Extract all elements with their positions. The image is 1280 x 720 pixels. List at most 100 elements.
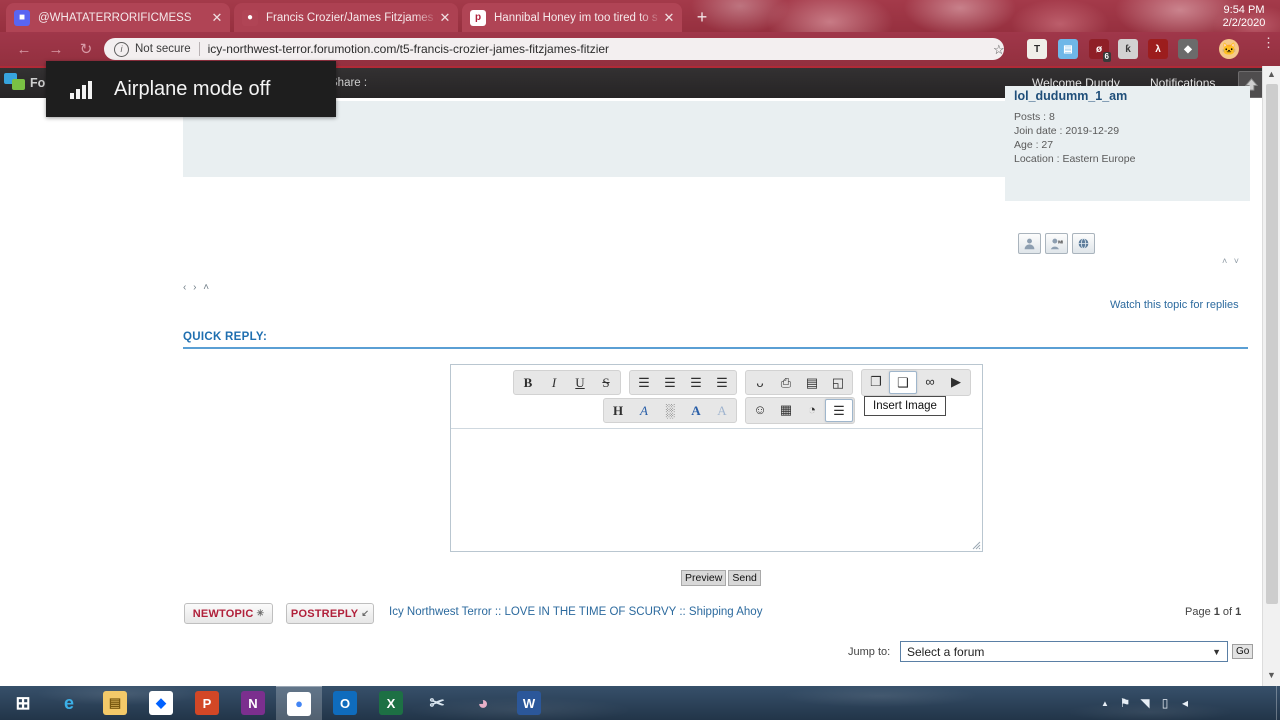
new-topic-mark-icon: ✳ [256,608,265,618]
browser-tab-2[interactable]: p Hannibal Honey im too tired to s ✕ [462,3,682,32]
insert-media-button[interactable]: ❐ [863,371,889,392]
extension-badge-count: 6 [1102,52,1111,62]
underline-button[interactable]: U [567,372,593,393]
post-reply-button[interactable]: POSTREPLY ↙ [286,603,374,624]
justify-button[interactable]: ☰ [709,372,735,393]
battery-icon[interactable]: ▯ [1155,696,1175,710]
forward-button[interactable]: → [46,40,66,60]
volume-muted-icon[interactable]: ◂ [1175,696,1195,710]
send-button[interactable]: Send [728,570,761,586]
textarea-resize-grip[interactable] [971,540,981,550]
post-mini-nav[interactable]: ‹ › ˄ [183,282,211,293]
snipping-tool-button[interactable]: ✂ [414,686,460,720]
align-left-button[interactable]: ☰ [631,372,657,393]
word-icon: W [517,691,541,715]
view-profile-icon[interactable] [1018,233,1041,254]
flag-action-center-icon[interactable]: ⚑ [1115,696,1135,710]
extension-document-icon[interactable]: ▤ [1058,39,1078,59]
smiley-button[interactable]: ☺ [747,399,773,420]
clock-time: 9:54 PM [1223,4,1265,16]
google-chrome-button[interactable]: ● [276,686,322,720]
heading-button[interactable]: H [605,400,631,421]
file-explorer-icon: ▤ [103,691,127,715]
extension-adobe-icon[interactable]: λ [1148,39,1168,59]
font-size-button[interactable]: A [683,400,709,421]
jump-to-select[interactable]: Select a forum ▼ [900,641,1228,662]
show-hidden-icons-button[interactable]: ▲ [1095,699,1115,708]
profile-age: Age : 27 [1014,139,1054,151]
network-signal-icon[interactable]: ◥ [1135,696,1155,710]
code-button[interactable]: ⎙ [773,372,799,393]
profile-avatar[interactable]: 🐱 [1219,39,1239,59]
insert-clock-button[interactable]: ◔ [799,399,825,420]
excel-button[interactable]: X [368,686,414,720]
powerpoint-button[interactable]: P [184,686,230,720]
new-tab-button[interactable]: + [690,7,714,29]
color-palette-button[interactable]: ░ [657,400,683,421]
outlook-button[interactable]: O [322,686,368,720]
scrollbar-thumb[interactable] [1266,84,1278,604]
bold-button[interactable]: B [515,372,541,393]
profile-username[interactable]: lol_dudumm_1_am [1014,89,1127,103]
browser-tab-1[interactable]: ● Francis Crozier/James Fitzjames ( ✕ [234,3,458,32]
strikethrough-button[interactable]: S [593,372,619,393]
extension-ublock-icon[interactable]: ø6 [1089,39,1111,62]
onenote-button[interactable]: N [230,686,276,720]
scroll-up-icon[interactable]: ▲ [1267,69,1276,79]
quote-button[interactable]: ᴗ [747,372,773,393]
insert-link-button[interactable]: ∞ [917,371,943,392]
chevron-down-icon: ▼ [1212,646,1221,657]
signal-bars-icon [70,79,92,99]
insert-table-button[interactable]: ▦ [773,399,799,420]
extension-shield-icon[interactable]: ◆ [1178,39,1198,59]
profile-location: Location : Eastern Europe [1014,153,1136,165]
dropbox-button[interactable]: ◆ [138,686,184,720]
youtube-button[interactable]: ▶ [943,371,969,392]
send-message-icon[interactable]: MP [1045,233,1068,254]
browser-tab-0[interactable]: ■ @WHATATERRORIFICMESS ✕ [6,3,230,32]
insert-image-tooltip: Insert Image [864,396,946,416]
address-bar[interactable]: i Not secure icy-northwest-terror.forumo… [104,38,1004,60]
extension-runner-icon[interactable]: ƙ [1118,39,1138,59]
close-tab-icon[interactable]: ✕ [438,11,452,24]
show-desktop-button[interactable] [1276,686,1280,720]
preview-button[interactable]: Preview [681,570,727,586]
remove-format-button[interactable]: A [709,400,735,421]
browser-tab-title: Francis Crozier/James Fitzjames ( [266,11,438,24]
outlook-icon: O [333,691,357,715]
align-center-button[interactable]: ☰ [657,372,683,393]
reply-textarea[interactable] [451,428,982,551]
new-topic-button[interactable]: NEWTOPIC ✳ [184,603,273,624]
scroll-down-icon[interactable]: ▼ [1267,670,1276,680]
spoiler-button[interactable]: ▤ [799,372,825,393]
extension-t-icon[interactable]: T [1027,39,1047,59]
post-updown-nav[interactable]: ˄ ˅ [1222,256,1241,266]
page-scrollbar[interactable]: ▲ ▼ [1262,66,1280,686]
close-tab-icon[interactable]: ✕ [662,11,676,24]
reload-button[interactable]: ↻ [76,40,96,60]
kebab-menu-icon[interactable]: ⋮ [1262,36,1275,49]
airplane-mode-toast[interactable]: Airplane mode off [46,61,336,117]
profile-posts: Posts : 8 [1014,111,1055,123]
internet-explorer-button[interactable]: e [46,686,92,720]
file-explorer-button[interactable]: ▤ [92,686,138,720]
start-button[interactable]: ⊞ [0,686,46,720]
post-reply-mark-icon: ↙ [361,608,370,618]
word-button[interactable]: W [506,686,552,720]
go-button[interactable]: Go [1232,644,1254,659]
page-button[interactable]: ☰ [825,399,853,422]
breadcrumb[interactable]: Icy Northwest Terror :: LOVE IN THE TIME… [389,606,762,618]
font-face-button[interactable]: A [631,400,657,421]
website-icon[interactable] [1072,233,1095,254]
hide-button[interactable]: ◱ [825,372,851,393]
watch-topic-link[interactable]: Watch this topic for replies [1110,299,1239,311]
close-tab-icon[interactable]: ✕ [210,11,224,24]
taskbar-clock[interactable]: 9:54 PM 2/2/2020 [1215,4,1273,30]
insert-image-button[interactable]: ❑ [889,371,917,394]
toolbar-group: ᴗ ⎙ ▤ ◱ [745,370,853,395]
star-icon[interactable]: ☆ [993,42,1005,58]
paint-button[interactable]: ◕ [460,686,506,720]
back-button[interactable]: ← [14,40,34,60]
align-right-button[interactable]: ☰ [683,372,709,393]
italic-button[interactable]: I [541,372,567,393]
